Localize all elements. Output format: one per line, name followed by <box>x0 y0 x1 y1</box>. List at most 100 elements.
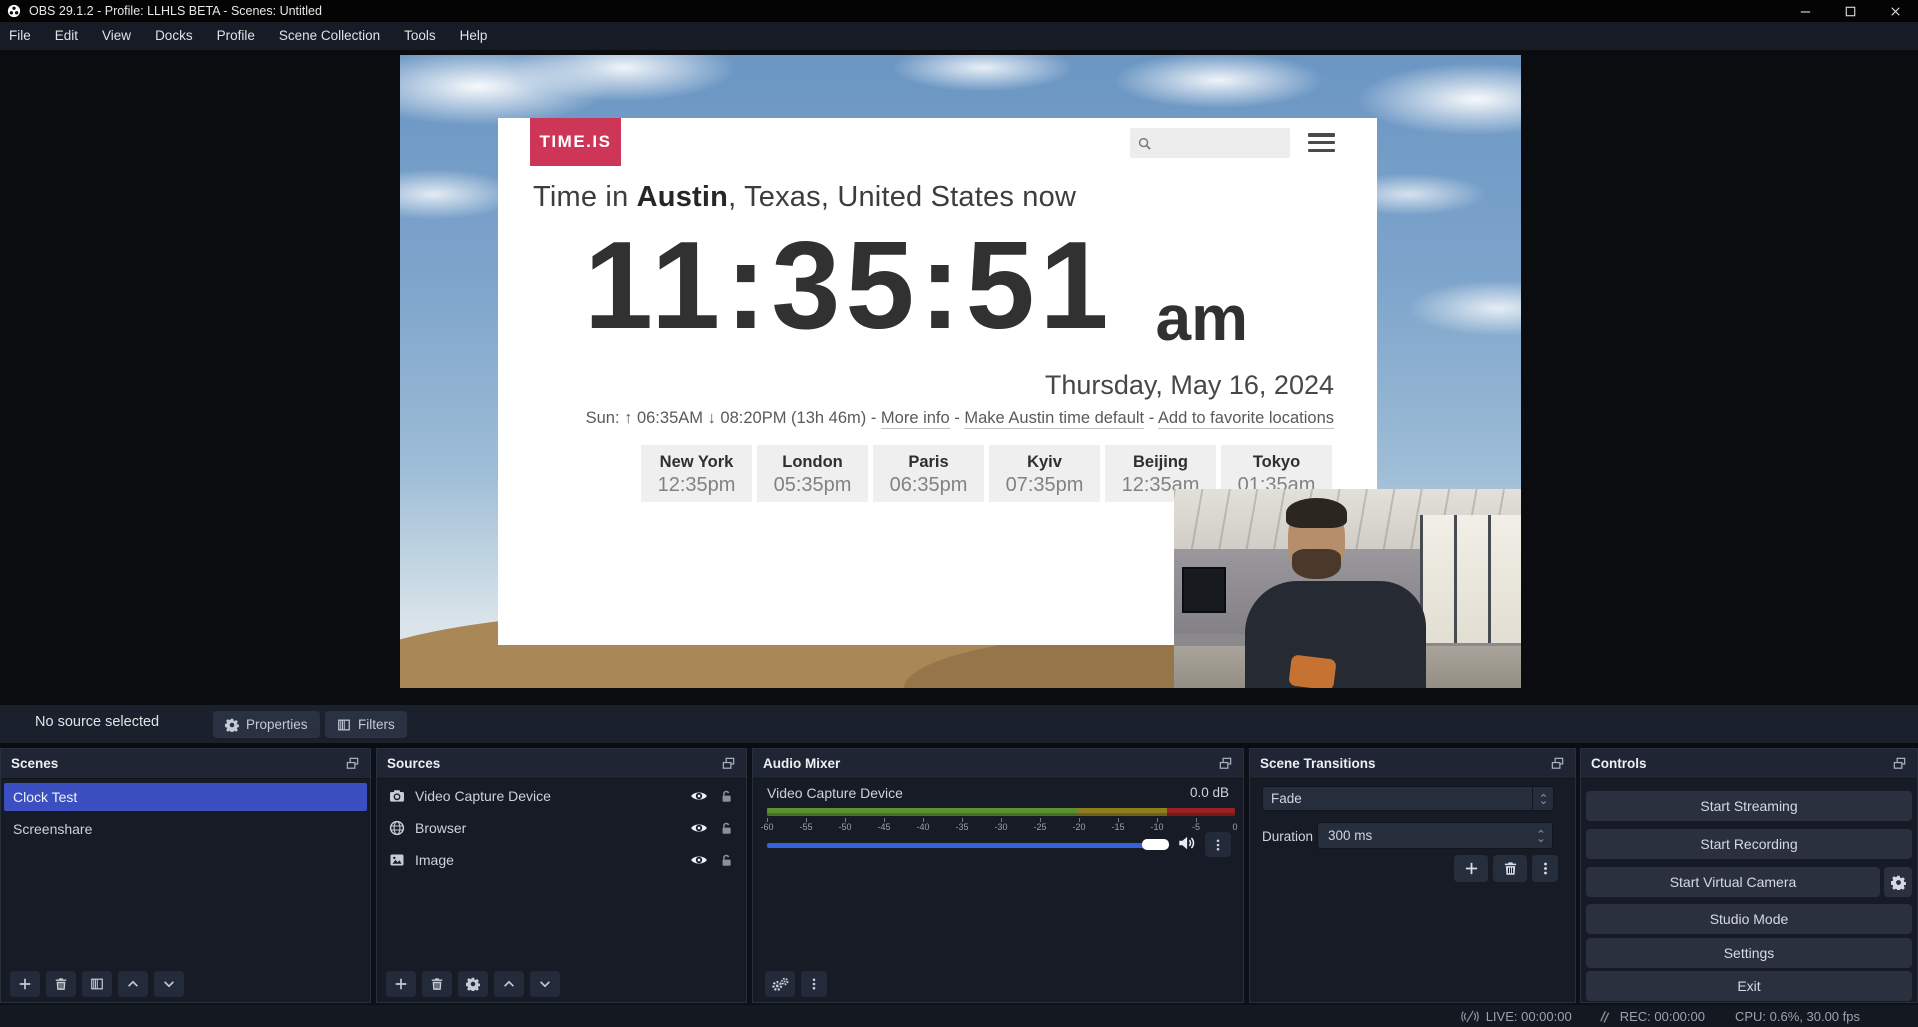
scene-item-clock-test[interactable]: Clock Test <box>4 783 367 811</box>
visibility-eye-icon[interactable] <box>690 787 708 805</box>
chevron-up-icon <box>1536 828 1546 835</box>
menu-bar: File Edit View Docks Profile Scene Colle… <box>0 22 1918 50</box>
controls-dock-header: Controls <box>1581 749 1917 779</box>
popout-icon[interactable] <box>1550 756 1565 771</box>
image-icon <box>389 852 405 868</box>
menu-help[interactable]: Help <box>448 22 500 50</box>
meter-tick: 0 <box>1232 822 1237 832</box>
rec-timer: REC: 00:00:00 <box>1620 1009 1705 1024</box>
maximize-button[interactable] <box>1828 0 1873 22</box>
scene-transitions-dock: Scene Transitions Fade Duration 300 ms <box>1249 748 1576 1003</box>
mixer-channel-menu-button[interactable] <box>1205 832 1231 857</box>
popout-icon[interactable] <box>721 756 736 771</box>
meter-tick: -50 <box>838 822 851 832</box>
city-tile: New York12:35pm <box>641 445 752 502</box>
chevron-up-icon <box>502 977 516 991</box>
start-recording-button[interactable]: Start Recording <box>1586 829 1912 859</box>
source-item-video-capture[interactable]: Video Capture Device <box>377 781 746 811</box>
move-source-up-button[interactable] <box>494 971 524 997</box>
menu-view[interactable]: View <box>90 22 143 50</box>
kebab-icon <box>807 977 821 991</box>
properties-button[interactable]: Properties <box>213 711 320 738</box>
globe-icon <box>389 820 405 836</box>
menu-docks[interactable]: Docks <box>143 22 205 50</box>
office-tv <box>1182 567 1226 613</box>
scene-item-screenshare[interactable]: Screenshare <box>4 815 367 843</box>
office-window <box>1420 515 1521 643</box>
start-streaming-button[interactable]: Start Streaming <box>1586 791 1912 821</box>
lock-icon[interactable] <box>719 789 734 804</box>
lock-icon[interactable] <box>719 853 734 868</box>
meter-tick: -35 <box>955 822 968 832</box>
popout-icon[interactable] <box>345 756 360 771</box>
no-source-selected-label: No source selected <box>35 714 159 730</box>
combo-spinner[interactable] <box>1532 787 1553 810</box>
virtual-camera-config-button[interactable] <box>1884 867 1912 897</box>
exit-button[interactable]: Exit <box>1586 971 1912 1001</box>
remove-scene-button[interactable] <box>46 971 76 997</box>
menu-profile[interactable]: Profile <box>205 22 267 50</box>
audio-mixer-dock-header: Audio Mixer <box>753 749 1243 779</box>
duration-spinbox[interactable]: 300 ms <box>1317 822 1553 849</box>
mixer-menu-button[interactable] <box>801 971 827 997</box>
trash-icon <box>430 977 444 991</box>
person-torso <box>1245 581 1426 688</box>
program-canvas[interactable]: TIME.IS Time in Austin, Texas, United St… <box>400 55 1521 688</box>
sources-dock: Sources Video Capture Device Browser <box>376 748 747 1003</box>
move-source-down-button[interactable] <box>530 971 560 997</box>
meter-tick: -10 <box>1150 822 1163 832</box>
transition-menu-button[interactable] <box>1532 855 1558 882</box>
menu-scene-collection[interactable]: Scene Collection <box>267 22 392 50</box>
advanced-audio-button[interactable] <box>765 971 795 997</box>
visibility-eye-icon[interactable] <box>690 851 708 869</box>
visibility-eye-icon[interactable] <box>690 819 708 837</box>
close-button[interactable] <box>1873 0 1918 22</box>
add-source-button[interactable] <box>386 971 416 997</box>
plus-icon <box>394 977 408 991</box>
remove-source-button[interactable] <box>422 971 452 997</box>
remove-transition-button[interactable] <box>1493 855 1527 882</box>
popout-icon[interactable] <box>1218 756 1233 771</box>
clock-digits: 11:35:51 <box>584 227 1114 346</box>
status-bar: LIVE: 00:00:00 REC: 00:00:00 CPU: 0.6%, … <box>0 1005 1918 1027</box>
live-inactive-icon <box>1460 1009 1480 1024</box>
popout-icon[interactable] <box>1892 756 1907 771</box>
spinbox-arrows[interactable] <box>1530 828 1552 844</box>
scenes-dock-header: Scenes <box>1 749 370 779</box>
controls-dock: Controls Start Streaming Start Recording… <box>1580 748 1918 1003</box>
source-item-browser[interactable]: Browser <box>377 813 746 843</box>
source-properties-button[interactable] <box>458 971 488 997</box>
menu-edit[interactable]: Edit <box>43 22 90 50</box>
minimize-button[interactable] <box>1783 0 1828 22</box>
settings-button[interactable]: Settings <box>1586 938 1912 968</box>
timeis-city: Austin <box>637 181 728 213</box>
scenes-toolbar <box>10 971 190 997</box>
timeis-clock: 11:35:51 am <box>584 218 1248 346</box>
add-scene-button[interactable] <box>10 971 40 997</box>
kebab-icon <box>1538 861 1553 876</box>
speaker-icon[interactable] <box>1177 834 1195 852</box>
search-icon <box>1137 136 1152 151</box>
timeis-date: Thursday, May 16, 2024 <box>1045 370 1334 401</box>
studio-mode-button[interactable]: Studio Mode <box>1586 904 1912 934</box>
lock-icon[interactable] <box>719 821 734 836</box>
volume-slider-handle[interactable] <box>1142 839 1169 850</box>
volume-slider[interactable] <box>767 843 1168 848</box>
meter-tick: -45 <box>877 822 890 832</box>
start-virtual-camera-button[interactable]: Start Virtual Camera <box>1586 867 1880 897</box>
filters-button[interactable]: Filters <box>325 711 407 738</box>
chevron-down-icon <box>538 977 552 991</box>
make-default-link: Make Austin time default <box>964 409 1144 429</box>
menu-file[interactable]: File <box>0 22 43 50</box>
meter-tick: -30 <box>994 822 1007 832</box>
move-scene-up-button[interactable] <box>118 971 148 997</box>
meter-tick: -20 <box>1072 822 1085 832</box>
menu-tools[interactable]: Tools <box>392 22 448 50</box>
move-scene-down-button[interactable] <box>154 971 184 997</box>
transition-select[interactable]: Fade <box>1262 786 1554 811</box>
scene-filters-button[interactable] <box>82 971 112 997</box>
chevron-down-icon <box>1536 837 1546 844</box>
meter-tick: -5 <box>1192 822 1200 832</box>
add-transition-button[interactable] <box>1454 855 1488 882</box>
source-item-image[interactable]: Image <box>377 845 746 875</box>
